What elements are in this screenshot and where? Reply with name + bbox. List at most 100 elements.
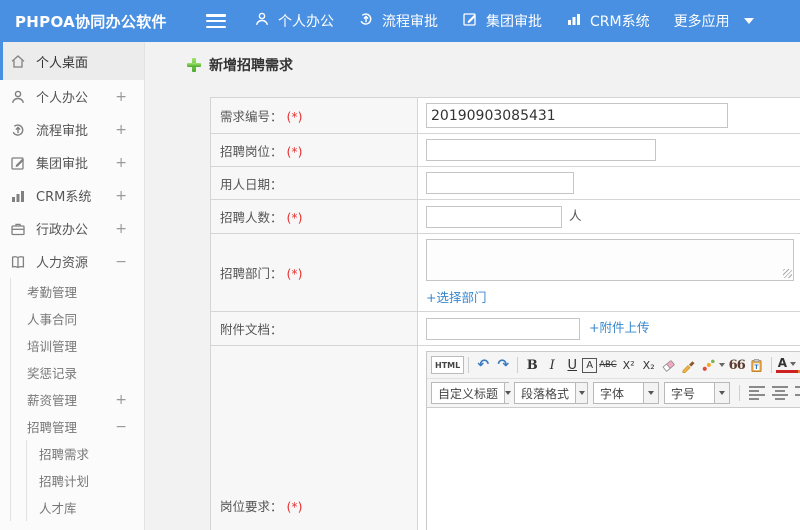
subitem-label: 招聘管理: [27, 420, 78, 435]
sidebar-item-crm-system[interactable]: CRM系统 +: [0, 179, 144, 212]
collapse-minus-icon[interactable]: −: [115, 254, 127, 270]
nav-more-apps[interactable]: 更多应用: [674, 11, 754, 31]
topbar: PHPOA协同办公软件 个人办公 流程审批 集团审批 CRM系统 更多应用: [0, 0, 800, 42]
bold-button[interactable]: B: [522, 354, 542, 376]
nav-workflow-approval[interactable]: 流程审批: [358, 11, 438, 31]
app-logo: PHPOA协同办公软件: [15, 12, 167, 31]
editor-content-area[interactable]: [427, 408, 800, 530]
quick-format-icon[interactable]: [699, 354, 727, 376]
field-label-cell: 招聘岗位： (*): [210, 133, 418, 167]
sidebar-subitem-attendance[interactable]: 考勤管理: [11, 278, 144, 305]
font-style-button[interactable]: A: [582, 357, 598, 373]
expand-plus-icon[interactable]: +: [115, 155, 127, 171]
sidebar-item-personal-desktop[interactable]: 个人桌面: [0, 42, 144, 80]
strikethrough-button[interactable]: ABC: [597, 354, 618, 376]
underline-button[interactable]: U: [562, 354, 582, 376]
expand-plus-icon[interactable]: +: [115, 221, 127, 237]
main-content: 新增招聘需求 需求编号：(*) 招聘岗位：(*) 用人日期：: [145, 42, 800, 530]
sidebar-subitem-rewards-punishments[interactable]: 奖惩记录: [11, 359, 144, 386]
sidebar-item-workflow-approval[interactable]: 流程审批 +: [0, 113, 144, 146]
sidebar-subitem-recruit-demand[interactable]: 招聘需求: [27, 440, 144, 467]
select-value: 自定义标题: [438, 386, 499, 401]
attachment-input[interactable]: [426, 317, 580, 340]
select-value: 字体: [600, 386, 625, 401]
paragraph-format-select[interactable]: 段落格式: [514, 382, 588, 404]
required-mark: (*): [286, 266, 303, 281]
form-row-attachment: 附件文档： +附件上传: [210, 311, 800, 346]
undo-button[interactable]: ↶: [473, 354, 493, 376]
bar-chart-icon: [566, 11, 582, 31]
align-right-icon[interactable]: [793, 383, 800, 403]
nav-group-approval[interactable]: 集团审批: [462, 11, 542, 31]
sidebar-item-human-resources[interactable]: 人力资源 −: [0, 245, 144, 278]
sidebar-subitem-talent-pool[interactable]: 人才库: [27, 494, 144, 521]
nav-crm-system[interactable]: CRM系统: [566, 11, 650, 31]
expand-plus-icon[interactable]: +: [115, 188, 127, 204]
redo-button[interactable]: ↷: [493, 354, 513, 376]
field-label-cell: 附件文档：: [210, 311, 418, 346]
field-label: 招聘岗位：: [220, 143, 283, 159]
expand-plus-icon[interactable]: +: [115, 122, 127, 138]
sidebar-subitem-training[interactable]: 培训管理: [11, 332, 144, 359]
eraser-icon[interactable]: [659, 354, 679, 376]
approval-edit-icon: [462, 11, 478, 31]
html-source-button[interactable]: HTML: [431, 356, 465, 374]
font-color-button[interactable]: A: [775, 357, 799, 373]
page-title-text: 新增招聘需求: [209, 58, 293, 74]
font-family-select[interactable]: 字体: [593, 382, 659, 404]
subitem-label: 招聘需求: [39, 447, 90, 462]
bar-chart-icon: [10, 188, 26, 204]
hiring-date-input[interactable]: [426, 172, 574, 194]
attachment-upload-link[interactable]: +附件上传: [589, 320, 649, 335]
sidebar-subitem-salary[interactable]: 薪资管理 +: [11, 386, 144, 413]
sidebar-item-group-approval[interactable]: 集团审批 +: [0, 146, 144, 179]
italic-button[interactable]: I: [542, 354, 562, 376]
menu-toggle-icon[interactable]: [206, 14, 226, 28]
subitem-label: 培训管理: [27, 339, 78, 354]
expand-plus-icon[interactable]: +: [115, 89, 127, 105]
collapse-minus-icon[interactable]: −: [115, 419, 127, 435]
recruit-department-textarea[interactable]: [426, 239, 794, 281]
expand-plus-icon[interactable]: +: [115, 392, 127, 408]
sidebar-subitem-recruit-plan[interactable]: 招聘计划: [27, 467, 144, 494]
form-row-recruit-department: 招聘部门： (*) +选择部门: [210, 233, 800, 312]
subitem-label: 奖惩记录: [27, 366, 78, 381]
sidebar-item-label: 行政办公: [36, 223, 89, 238]
blockquote-button[interactable]: 66: [727, 354, 747, 376]
field-control-cell: HTML ↶ ↷ B I U A ABC X² X₂ 66 T A 自定义标题 …: [417, 345, 800, 530]
field-label-cell: 招聘人数： (*): [210, 199, 418, 234]
field-control-cell: +附件上传: [417, 311, 800, 346]
subscript-button[interactable]: X₂: [639, 354, 659, 376]
caret-down-icon: [718, 363, 725, 367]
align-left-icon[interactable]: [747, 383, 767, 403]
field-label: 用人日期：: [220, 176, 283, 192]
nav-personal-office[interactable]: 个人办公: [254, 11, 334, 31]
field-label: 招聘人数：: [220, 210, 283, 225]
custom-heading-select[interactable]: 自定义标题: [431, 382, 512, 404]
superscript-button[interactable]: X²: [619, 354, 639, 376]
sidebar-item-personal-office[interactable]: 个人办公 +: [0, 80, 144, 113]
resize-grip-icon[interactable]: [783, 269, 792, 278]
user-icon: [254, 11, 270, 31]
demand-number-input[interactable]: [426, 103, 728, 128]
required-mark: (*): [286, 143, 303, 159]
sidebar-item-label: 人力资源: [36, 256, 89, 271]
form-row-position-requirements: 岗位要求： (*) HTML ↶ ↷ B I U A ABC X² X₂ 66 …: [210, 345, 800, 530]
home-icon: [10, 53, 26, 69]
align-center-icon[interactable]: [770, 383, 790, 403]
sidebar-subitem-recruitment[interactable]: 招聘管理 −: [11, 413, 144, 440]
field-control-cell: +选择部门: [417, 233, 800, 312]
select-department-link[interactable]: +选择部门: [426, 287, 486, 306]
recruit-position-input[interactable]: [426, 139, 656, 161]
field-label: 需求编号：: [220, 109, 283, 124]
sidebar-item-admin-office[interactable]: 行政办公 +: [0, 212, 144, 245]
nav-label: CRM系统: [590, 14, 650, 30]
subitem-label: 人才库: [39, 501, 77, 516]
form-row-recruit-count: 招聘人数： (*) 人: [210, 199, 800, 234]
sidebar-subitem-personnel-contract[interactable]: 人事合同: [11, 305, 144, 332]
format-brush-icon[interactable]: [679, 354, 699, 376]
select-value: 字号: [671, 386, 696, 401]
recruit-count-input[interactable]: [426, 205, 562, 228]
paste-icon[interactable]: T: [747, 354, 767, 376]
font-size-select[interactable]: 字号: [664, 382, 730, 404]
